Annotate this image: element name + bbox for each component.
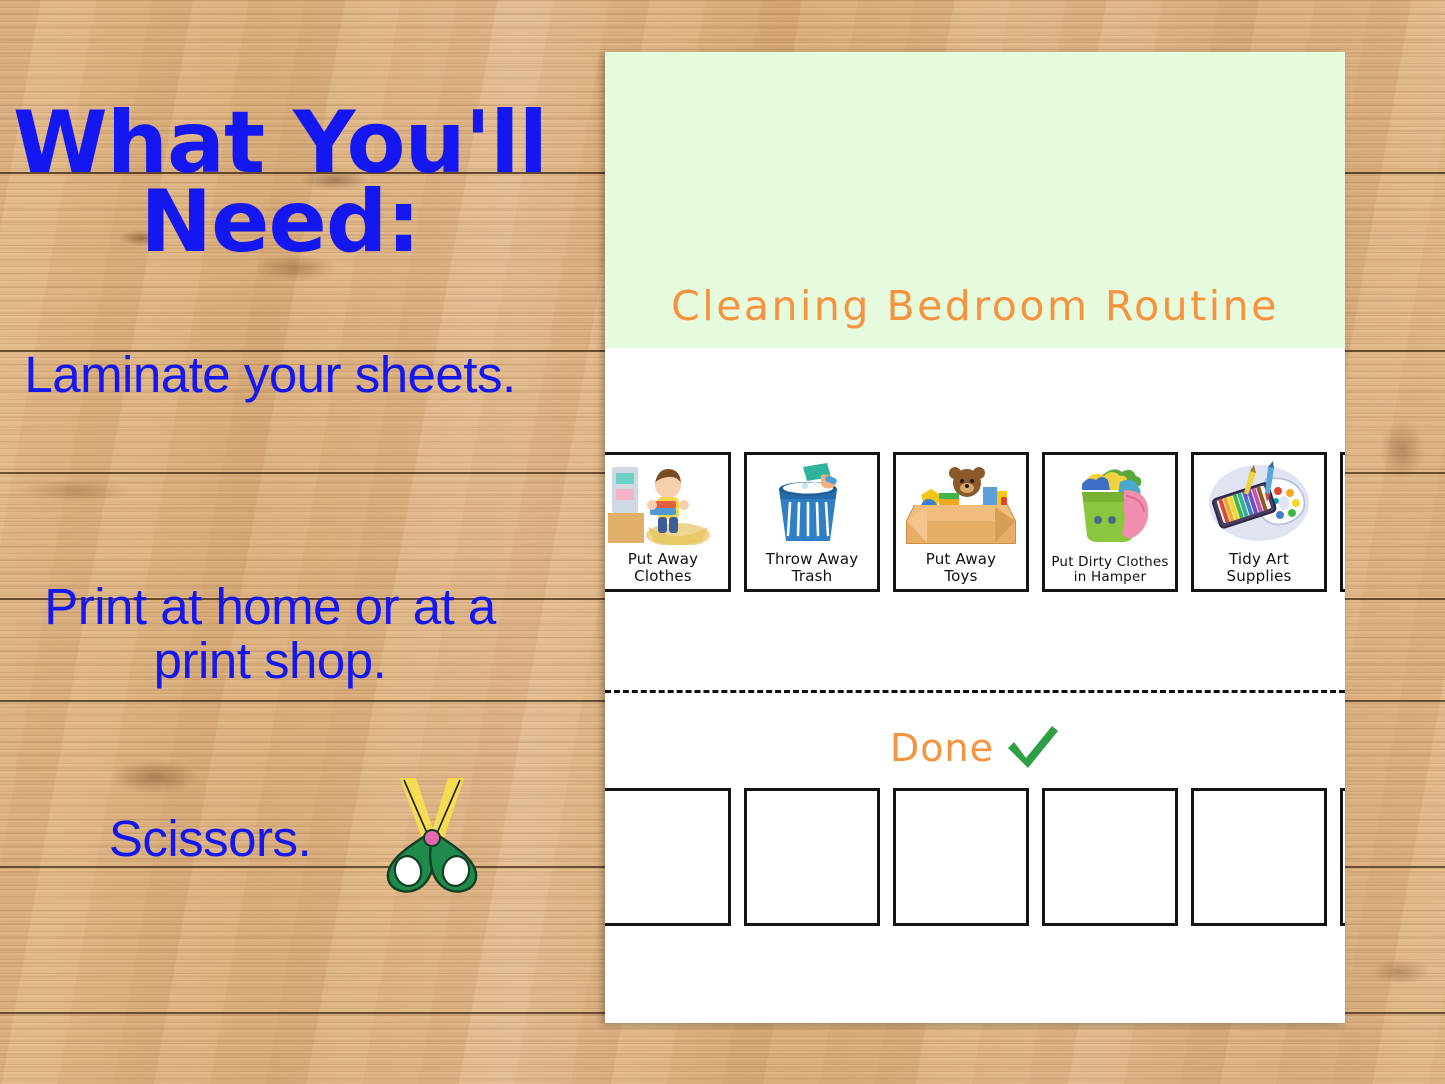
task-label-line2: Toys bbox=[944, 567, 978, 586]
wood-knot bbox=[1380, 420, 1424, 480]
task-card-label: Make Bed bbox=[1343, 551, 1345, 585]
task-card-label: Put Dirty Clothes in Hamper bbox=[1045, 553, 1175, 585]
instruction-scissors: Scissors. bbox=[108, 810, 312, 867]
task-label-line2: Trash bbox=[791, 567, 833, 586]
done-box[interactable] bbox=[1042, 788, 1178, 926]
wood-knot bbox=[1370, 960, 1430, 984]
done-box[interactable] bbox=[1340, 788, 1345, 926]
scissors-icon bbox=[386, 778, 478, 893]
instructions-panel: What You'll Need: Laminate your sheets. … bbox=[0, 0, 600, 1084]
task-card-strip: Put Away Clothes Throw Away Trash Put Aw… bbox=[605, 452, 1345, 592]
task-card-label: Put Away Toys bbox=[896, 551, 1026, 585]
task-card[interactable]: Put Away Clothes bbox=[605, 452, 731, 592]
boy-putting-away-clothes-icon bbox=[605, 461, 728, 545]
toy-box-icon bbox=[896, 461, 1026, 545]
task-card-label: Put Away Clothes bbox=[605, 551, 728, 585]
bed-icon bbox=[1343, 461, 1345, 545]
green-check-icon bbox=[1007, 726, 1058, 768]
instruction-print: Print at home or at a print shop. bbox=[44, 578, 496, 689]
done-box-strip bbox=[605, 788, 1345, 926]
task-label-line1: Put Away bbox=[627, 550, 699, 569]
printable-sheet: Cleaning Bedroom Routine Put Away Clothe… bbox=[605, 52, 1345, 1023]
dashed-cut-line bbox=[605, 690, 1345, 693]
task-card[interactable]: Tidy Art Supplies bbox=[1191, 452, 1327, 592]
page-title: What You'll Need: bbox=[12, 93, 548, 273]
done-label: Done bbox=[890, 726, 994, 770]
done-row: Done bbox=[605, 724, 1345, 772]
instruction-laminate: Laminate your sheets. bbox=[24, 346, 516, 403]
task-label-line1: Tidy Art bbox=[1229, 550, 1289, 569]
laundry-hamper-icon bbox=[1045, 461, 1175, 545]
task-card[interactable]: Make Bed bbox=[1340, 452, 1345, 592]
task-label-line1: Throw Away bbox=[765, 550, 859, 569]
task-label-line2: Supplies bbox=[1226, 567, 1292, 586]
task-card-label: Tidy Art Supplies bbox=[1194, 551, 1324, 585]
task-label-line1: Put Dirty Clothes bbox=[1051, 553, 1169, 570]
done-box[interactable] bbox=[893, 788, 1029, 926]
done-box[interactable] bbox=[1191, 788, 1327, 926]
sheet-title: Cleaning Bedroom Routine bbox=[671, 282, 1279, 330]
done-box[interactable] bbox=[605, 788, 731, 926]
art-supplies-icon bbox=[1194, 461, 1324, 545]
task-label-line2: Clothes bbox=[634, 567, 692, 586]
trash-can-icon bbox=[747, 461, 877, 545]
task-card[interactable]: Put Dirty Clothes in Hamper bbox=[1042, 452, 1178, 592]
task-card[interactable]: Put Away Toys bbox=[893, 452, 1029, 592]
task-label-line2: in Hamper bbox=[1073, 568, 1147, 585]
task-card[interactable]: Throw Away Trash bbox=[744, 452, 880, 592]
task-label-line1: Put Away bbox=[925, 550, 997, 569]
sheet-header-band: Cleaning Bedroom Routine bbox=[605, 52, 1345, 348]
task-card-label: Throw Away Trash bbox=[747, 551, 877, 585]
done-box[interactable] bbox=[744, 788, 880, 926]
